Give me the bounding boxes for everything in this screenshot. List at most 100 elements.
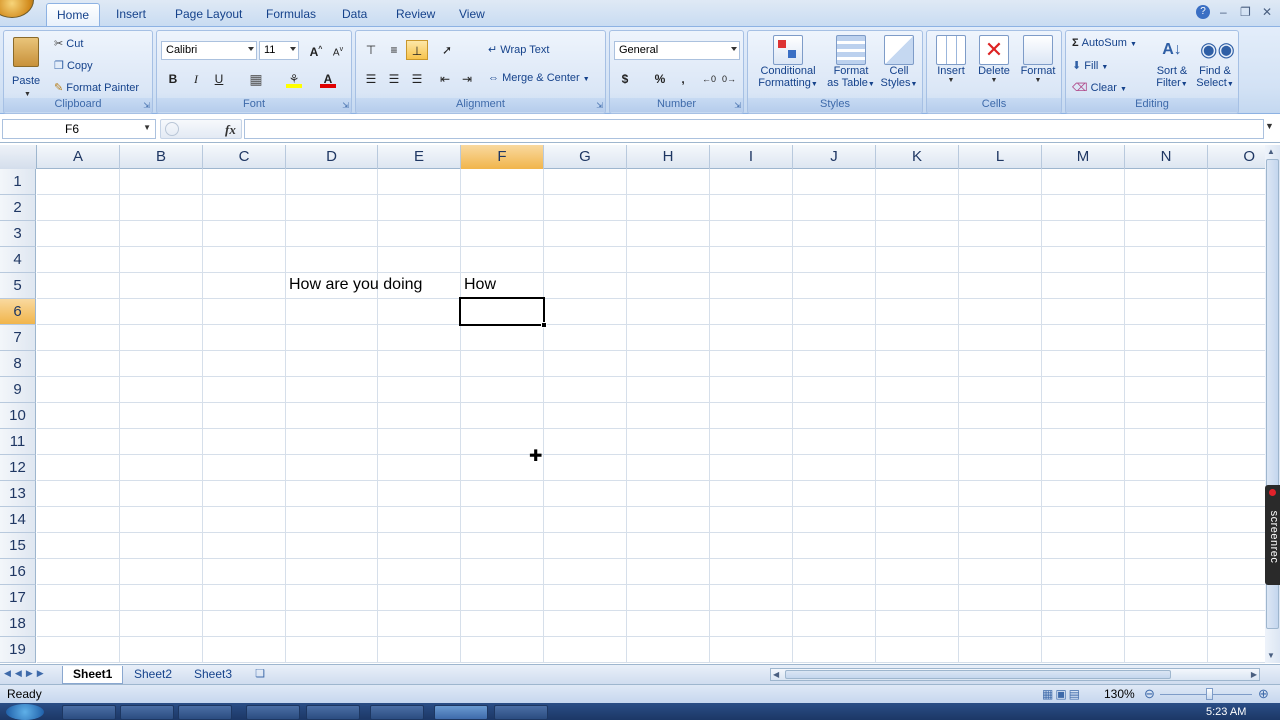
sheet-tab-sheet3[interactable]: Sheet3 — [184, 666, 242, 684]
tab-review[interactable]: Review — [386, 3, 445, 26]
row-header[interactable]: 7 — [0, 325, 36, 351]
row-header[interactable]: 4 — [0, 247, 36, 273]
find-select-button[interactable]: ◉◉ Find & Select▼ — [1194, 35, 1236, 99]
tab-insert[interactable]: Insert — [106, 3, 156, 26]
sheet-tab-sheet1[interactable]: Sheet1 — [62, 666, 124, 684]
expand-formula-bar-icon[interactable]: ▼ — [1265, 121, 1274, 131]
fill-color-icon[interactable]: ⚘ — [283, 69, 305, 89]
taskbar-excel-icon[interactable] — [434, 705, 488, 720]
sort-filter-button[interactable]: A↓ Sort & Filter▼ — [1152, 35, 1192, 99]
cell-grid[interactable] — [37, 169, 1265, 663]
taskbar-app-icon[interactable] — [120, 705, 174, 720]
align-left-icon[interactable]: ☰ — [360, 69, 382, 89]
column-header[interactable]: G — [544, 145, 627, 169]
zoom-level[interactable]: 130% — [1104, 687, 1135, 701]
decrease-decimal-icon[interactable]: 0→ — [718, 69, 740, 89]
name-box[interactable]: F6 ▼ — [2, 119, 156, 139]
orientation-icon[interactable]: ➚ — [436, 40, 458, 60]
column-header[interactable]: H — [627, 145, 710, 169]
format-cells-button[interactable]: Format ▼ — [1017, 35, 1059, 99]
tab-page-layout[interactable]: Page Layout — [165, 3, 252, 26]
sheet-tab-sheet2[interactable]: Sheet2 — [124, 666, 182, 684]
row-header[interactable]: 1 — [0, 169, 36, 195]
row-header[interactable]: 8 — [0, 351, 36, 377]
scroll-up-icon[interactable]: ▲ — [1267, 147, 1275, 156]
column-header[interactable]: O — [1208, 145, 1265, 169]
row-header[interactable]: 13 — [0, 481, 36, 507]
taskbar-folder-icon[interactable] — [246, 705, 300, 720]
column-header[interactable]: C — [203, 145, 286, 169]
paste-button[interactable]: Paste ▼ — [10, 35, 44, 99]
row-header[interactable]: 16 — [0, 559, 36, 585]
cancel-entry-icon[interactable] — [165, 122, 179, 136]
row-header[interactable]: 2 — [0, 195, 36, 221]
bold-button[interactable]: B — [162, 69, 184, 89]
insert-sheet-icon[interactable]: ❏ — [250, 667, 270, 682]
row-header[interactable]: 12 — [0, 455, 36, 481]
font-name-select[interactable]: Calibri — [161, 41, 257, 60]
cell-f5[interactable]: How — [464, 276, 496, 294]
help-icon[interactable]: ? — [1196, 5, 1210, 19]
clear-button[interactable]: ⌫ Clear ▼ — [1072, 81, 1127, 94]
comma-button[interactable]: , — [672, 69, 694, 89]
align-bottom-icon[interactable]: ⊥ — [406, 40, 428, 60]
grow-font-icon[interactable]: A^ — [305, 40, 327, 60]
restore-icon[interactable]: ❐ — [1240, 5, 1251, 19]
align-center-icon[interactable]: ☰ — [383, 69, 405, 89]
cell-d5[interactable]: How are you doing — [289, 276, 422, 294]
number-format-select[interactable]: General — [614, 41, 740, 60]
horizontal-scrollbar[interactable]: ◀ ▶ — [770, 668, 1260, 681]
column-header[interactable]: D — [286, 145, 378, 169]
zoom-in-icon[interactable]: ⊕ — [1258, 686, 1269, 702]
increase-decimal-icon[interactable]: ←0 — [698, 69, 720, 89]
insert-cells-button[interactable]: Insert ▼ — [931, 35, 971, 99]
sheet-nav-icon[interactable]: ◀◀▶▶ — [4, 668, 48, 679]
column-header[interactable]: E — [378, 145, 461, 169]
row-header[interactable]: 14 — [0, 507, 36, 533]
zoom-slider-thumb[interactable] — [1206, 688, 1213, 700]
dialog-launcher-icon[interactable]: ⇲ — [734, 101, 741, 110]
font-color-icon[interactable]: A — [317, 69, 339, 89]
scroll-down-icon[interactable]: ▼ — [1267, 651, 1275, 660]
column-header[interactable]: L — [959, 145, 1042, 169]
decrease-indent-icon[interactable]: ⇤ — [434, 69, 456, 89]
taskbar-ie-icon[interactable] — [306, 705, 360, 720]
tab-view[interactable]: View — [449, 3, 495, 26]
row-header[interactable]: 3 — [0, 221, 36, 247]
formula-input[interactable] — [244, 119, 1264, 139]
row-header[interactable]: 5 — [0, 273, 36, 299]
shrink-font-icon[interactable]: Av — [327, 40, 349, 60]
selected-cell-f6[interactable] — [459, 297, 547, 328]
fill-handle[interactable] — [541, 322, 547, 328]
row-header[interactable]: 19 — [0, 637, 36, 663]
cut-button[interactable]: ✂ Cut — [54, 37, 83, 50]
format-as-table-button[interactable]: Format as Table▼ — [826, 35, 876, 99]
dialog-launcher-icon[interactable]: ⇲ — [596, 101, 603, 110]
dialog-launcher-icon[interactable]: ⇲ — [342, 101, 349, 110]
merge-center-button[interactable]: ⇔ Merge & Center ▼ — [488, 72, 590, 84]
percent-button[interactable]: % — [649, 69, 671, 89]
format-painter-button[interactable]: ✎ Format Painter — [54, 81, 139, 94]
column-header[interactable]: A — [37, 145, 120, 169]
tab-home[interactable]: Home — [46, 3, 101, 26]
align-middle-icon[interactable]: ≡ — [383, 40, 405, 60]
fill-button[interactable]: ⬇ Fill ▼ — [1072, 59, 1108, 72]
italic-button[interactable]: I — [185, 69, 207, 89]
column-header[interactable]: N — [1125, 145, 1208, 169]
taskbar-app-icon[interactable] — [178, 705, 232, 720]
office-button[interactable] — [0, 0, 34, 18]
taskbar-chrome-icon[interactable] — [62, 705, 116, 720]
column-header[interactable]: B — [120, 145, 203, 169]
cell-styles-button[interactable]: Cell Styles▼ — [878, 35, 920, 99]
increase-indent-icon[interactable]: ⇥ — [456, 69, 478, 89]
insert-function-button[interactable]: fx — [225, 122, 236, 138]
column-header[interactable]: K — [876, 145, 959, 169]
taskbar-app-icon[interactable] — [370, 705, 424, 720]
tab-data[interactable]: Data — [332, 3, 377, 26]
dialog-launcher-icon[interactable]: ⇲ — [143, 101, 150, 110]
row-header[interactable]: 15 — [0, 533, 36, 559]
align-top-icon[interactable]: ⊤ — [360, 40, 382, 60]
vertical-scrollbar[interactable]: ▲ screenrec ▼ — [1265, 145, 1280, 663]
row-header[interactable]: 17 — [0, 585, 36, 611]
minimize-icon[interactable]: – — [1220, 5, 1227, 19]
